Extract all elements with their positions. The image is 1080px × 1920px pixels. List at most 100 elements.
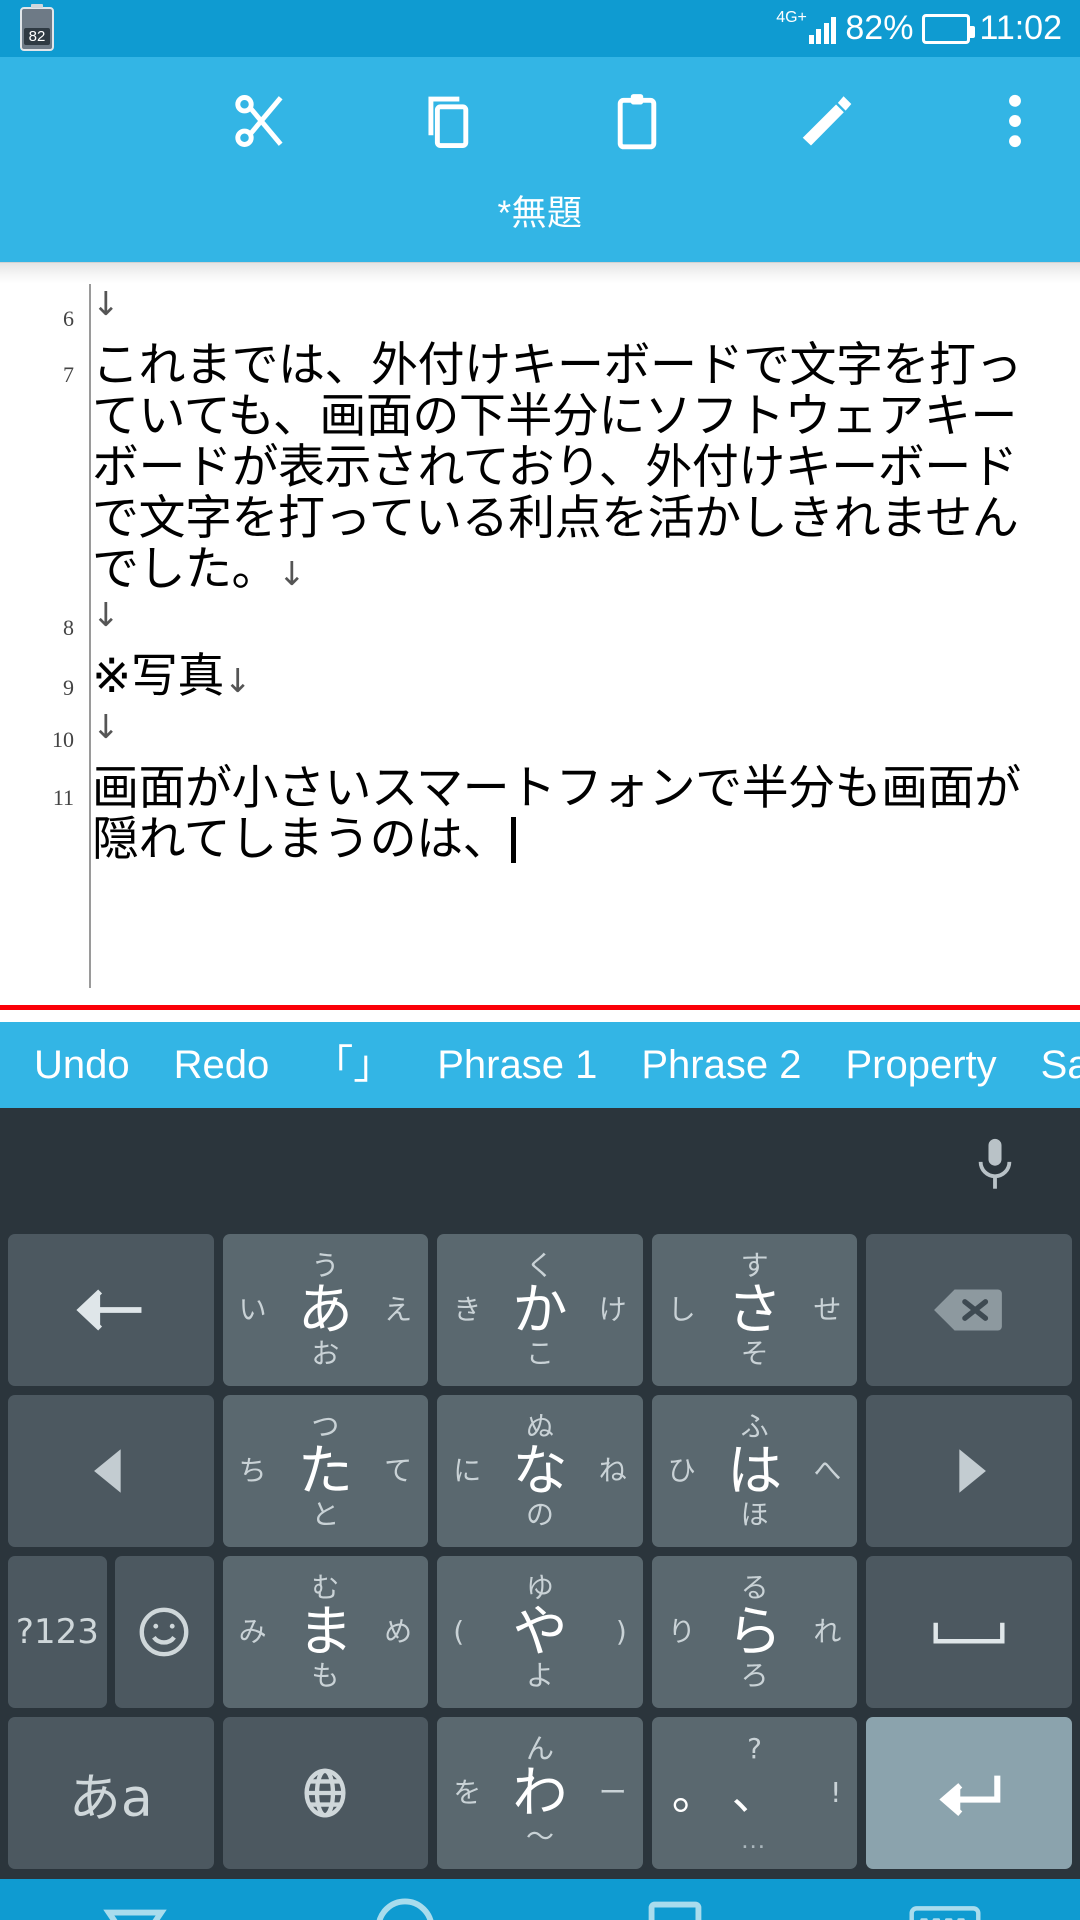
language-globe-key[interactable]: [222, 1717, 429, 1869]
nav-keyboard-button[interactable]: [908, 1897, 982, 1920]
flick-up-label: る: [740, 1571, 769, 1604]
flick-down-label: こ: [525, 1337, 554, 1370]
key-sa-row[interactable]: す し さ せ そ: [651, 1234, 858, 1386]
nav-back-button[interactable]: [98, 1897, 172, 1920]
key-wa-row[interactable]: ん を わ ー 〜: [437, 1717, 643, 1869]
nav-home-button[interactable]: [368, 1897, 442, 1920]
flick-center-label: は: [727, 1438, 783, 1503]
undo-button[interactable]: Undo: [12, 1045, 152, 1085]
system-navigation-bar[interactable]: [0, 1879, 1080, 1920]
key-ta-row[interactable]: つ ち た て と: [222, 1395, 429, 1547]
key-na-row[interactable]: ぬ に な ね の: [437, 1395, 643, 1547]
flick-up-label: う: [311, 1249, 340, 1282]
emoji-key[interactable]: [114, 1556, 214, 1708]
enter-key[interactable]: [866, 1717, 1072, 1869]
phrase-2-button[interactable]: Phrase 2: [619, 1045, 823, 1085]
table-row: 11 画面が小さいスマートフォンで半分も画面が隠れてしまうのは、: [0, 763, 1080, 865]
table-row: 8 ↓: [0, 595, 1080, 651]
flick-left-label: い: [238, 1293, 267, 1326]
save-button[interactable]: Sa: [1019, 1045, 1080, 1085]
flick-right-label: ね: [598, 1454, 627, 1487]
flick-up-label: ぬ: [525, 1410, 554, 1443]
key-ma-row[interactable]: む み ま め も: [222, 1556, 429, 1708]
editor-underline: [0, 1005, 1080, 1010]
line-number: 8: [63, 615, 74, 640]
flick-left-label: み: [238, 1615, 267, 1648]
flick-up-label: ふ: [740, 1410, 769, 1443]
flick-down-label: お: [311, 1337, 340, 1370]
microphone-icon[interactable]: [972, 1136, 1018, 1200]
input-mode-key[interactable]: あa: [8, 1717, 214, 1869]
nav-recents-button[interactable]: [638, 1897, 712, 1920]
flick-up-label: く: [525, 1249, 554, 1282]
flick-up-label: ?: [747, 1732, 763, 1765]
editor-area[interactable]: 6 ↓ 7 これまでは、外付けキーボードで文字を打っていても、画面の下半分にソフ…: [0, 262, 1080, 1022]
battery-percent-label: 82%: [845, 9, 914, 47]
brackets-button[interactable]: 「」: [291, 1045, 415, 1085]
flick-up-label: ん: [525, 1732, 554, 1765]
flick-right-label: ): [615, 1615, 627, 1648]
space-key[interactable]: [866, 1556, 1072, 1708]
paste-icon[interactable]: [606, 88, 668, 154]
keyboard-key-grid[interactable]: う い あ え お く き か け こ す し さ せ そ つ ち た て と …: [0, 1228, 1080, 1879]
status-bar: 82 4G+ 82% 11:02: [0, 0, 1080, 57]
edit-pencil-icon[interactable]: [795, 88, 857, 154]
property-button[interactable]: Property: [823, 1045, 1018, 1085]
key-ha-row[interactable]: ふ ひ は へ ほ: [651, 1395, 858, 1547]
line-text: これまでは、外付けキーボードで文字を打っていても、画面の下半分にソフトウェアキー…: [92, 338, 1023, 597]
editor-action-strip[interactable]: Undo Redo 「」 Phrase 1 Phrase 2 Property …: [0, 1022, 1080, 1108]
key-a-row[interactable]: う い あ え お: [222, 1234, 429, 1386]
signal-bars-icon: [808, 14, 837, 44]
flick-center-label: た: [297, 1438, 353, 1503]
flick-right-label: へ: [813, 1454, 842, 1487]
flick-center-label: ま: [297, 1599, 353, 1664]
flick-left-label: り: [667, 1615, 696, 1648]
paragraph-mark: ↓: [92, 707, 120, 746]
flick-center-label: わ: [512, 1760, 568, 1825]
software-keyboard[interactable]: う い あ え お く き か け こ す し さ せ そ つ ち た て と …: [0, 1108, 1080, 1879]
flick-center-label: な: [512, 1438, 568, 1503]
punctuation-key[interactable]: ? 。 、 ! …: [651, 1717, 858, 1869]
flick-left-label: ひ: [667, 1454, 696, 1487]
flick-left-label: に: [453, 1454, 482, 1487]
flick-right-label: め: [384, 1615, 413, 1648]
line-text: 画面が小さいスマートフォンで半分も画面が隠れてしまうのは、: [92, 761, 1021, 867]
delete-key[interactable]: [866, 1234, 1072, 1386]
flick-center-label: ら: [727, 1599, 783, 1664]
keyboard-suggestion-bar[interactable]: [0, 1108, 1080, 1228]
phrase-1-button[interactable]: Phrase 1: [415, 1045, 619, 1085]
line-number: 10: [52, 727, 74, 752]
text-document[interactable]: 6 ↓ 7 これまでは、外付けキーボードで文字を打っていても、画面の下半分にソフ…: [0, 284, 1080, 1022]
flick-right-label: て: [384, 1454, 413, 1487]
flick-center-label: か: [512, 1277, 568, 1342]
symbols-emoji-cell: ?123: [8, 1556, 214, 1708]
flick-center-label: や: [512, 1599, 568, 1664]
paragraph-mark: ↓: [92, 284, 120, 323]
status-left: 82: [20, 6, 54, 51]
flick-center-label: あ: [297, 1277, 353, 1342]
flick-right-label: ー: [598, 1776, 627, 1809]
battery-widget-value: 82: [24, 27, 50, 45]
document-title: *無題: [497, 194, 583, 233]
symbols-key-label: ?123: [15, 1612, 99, 1652]
redo-button[interactable]: Redo: [152, 1045, 292, 1085]
backspace-key[interactable]: [8, 1234, 214, 1386]
flick-left-label: き: [453, 1293, 482, 1326]
overflow-menu-icon[interactable]: [984, 88, 1046, 154]
flick-down-label: 〜: [525, 1820, 554, 1853]
table-row: 6 ↓: [0, 284, 1080, 340]
line-number: 9: [63, 675, 74, 700]
copy-icon[interactable]: [418, 88, 480, 154]
symbols-key[interactable]: ?123: [8, 1556, 107, 1708]
app-bar-icon-row: [0, 57, 1080, 185]
table-row: 9 ※写真↓: [0, 651, 1080, 707]
table-row: 7 これまでは、外付けキーボードで文字を打っていても、画面の下半分にソフトウェア…: [0, 340, 1080, 595]
cut-icon[interactable]: [229, 88, 291, 154]
menu-icon[interactable]: [38, 91, 102, 151]
cursor-left-key[interactable]: [8, 1395, 214, 1547]
key-ya-row[interactable]: ゆ ( や ) よ: [437, 1556, 643, 1708]
cursor-right-key[interactable]: [866, 1395, 1072, 1547]
key-ka-row[interactable]: く き か け こ: [437, 1234, 643, 1386]
key-ra-row[interactable]: る り ら れ ろ: [651, 1556, 858, 1708]
flick-left-label: 。: [671, 1766, 718, 1820]
